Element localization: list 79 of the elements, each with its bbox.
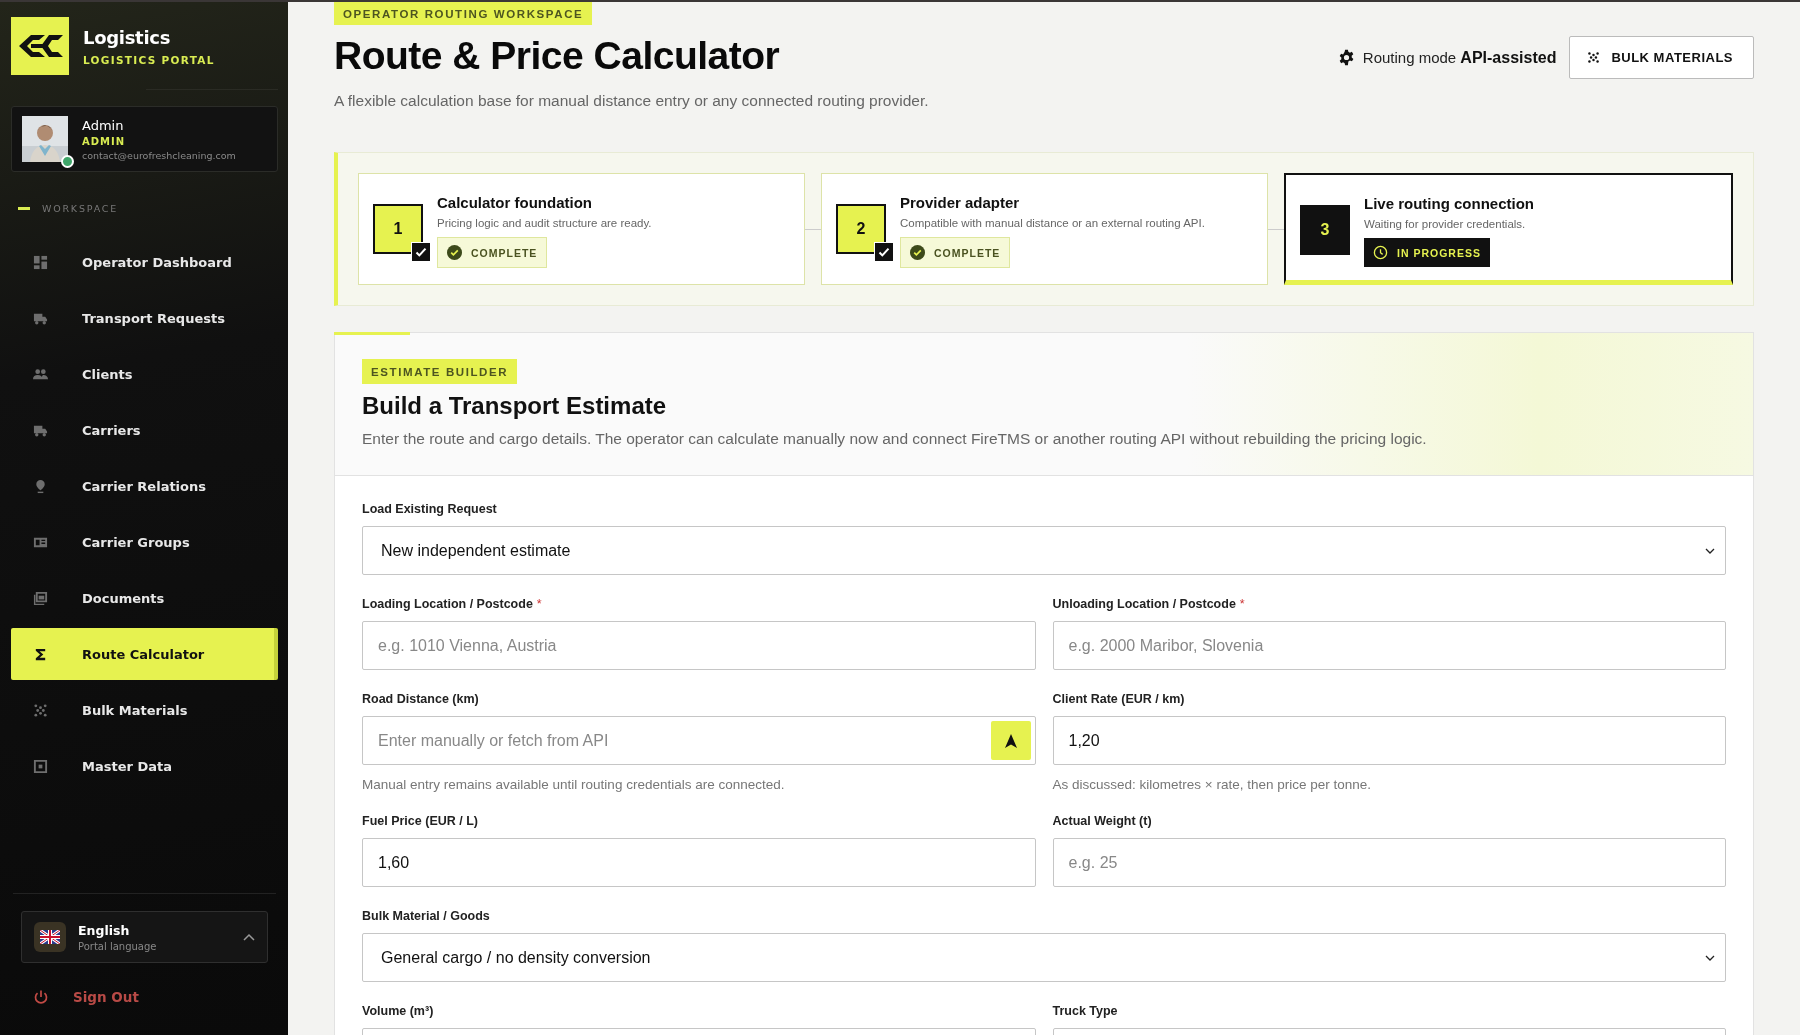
- brand-title: Logistics: [83, 26, 172, 48]
- sign-out-link[interactable]: Sign Out: [11, 963, 139, 1035]
- box-icon: [33, 758, 48, 774]
- user-role: ADMIN: [82, 135, 127, 147]
- field-label: Unloading Location / Postcode: [1052, 597, 1236, 611]
- eyebrow-label: OPERATOR ROUTING WORKSPACE: [334, 2, 593, 25]
- step-title: Live routing connection: [1364, 195, 1534, 212]
- input-field[interactable]: 1,20: [1052, 716, 1726, 765]
- step-description: Compatible with manual distance or an external routing API.: [900, 217, 1205, 229]
- status-badge: COMPLETE: [900, 237, 1011, 268]
- flag-icon: [34, 922, 66, 952]
- input-field[interactable]: e.g. 2000 Maribor, Slovenia: [1052, 621, 1726, 670]
- navigation-arrow-icon: [1004, 733, 1017, 748]
- nav-item[interactable]: Carrier Relations: [11, 460, 278, 512]
- nav-item[interactable]: Route Calculator: [11, 628, 278, 680]
- nav-item[interactable]: Transport Requests: [11, 292, 278, 344]
- step-number: 2: [836, 204, 886, 254]
- field-label: Road Distance (km): [362, 692, 479, 706]
- docs-icon: [33, 590, 48, 606]
- brand-subtitle: LOGISTICS PORTAL: [83, 53, 215, 66]
- nav-item[interactable]: Bulk Materials: [11, 684, 278, 736]
- people-icon: [33, 366, 48, 382]
- dashboard-icon: [33, 254, 48, 270]
- required-mark: *: [1239, 597, 1245, 611]
- section-title: Build a Transport Estimate: [362, 392, 667, 420]
- pin-icon: [33, 478, 48, 494]
- nav-item[interactable]: Carrier Groups: [11, 516, 278, 568]
- step-title: Calculator foundation: [437, 194, 592, 211]
- user-email: contact@eurofreshcleaning.com: [82, 149, 236, 161]
- field-label: Fuel Price (EUR / L): [362, 814, 478, 828]
- section-label: WORKSPACE: [42, 203, 119, 214]
- field-hint: Manual entry remains available until routing credentials are connected.: [362, 777, 785, 792]
- field-label: Bulk Material / Goods: [362, 909, 490, 923]
- status-badge: COMPLETE: [437, 237, 548, 268]
- field-label: Actual Weight (t): [1052, 814, 1152, 828]
- page-subtitle: A flexible calculation base for manual distance entry or any connected routing provider.: [334, 92, 929, 110]
- select-field[interactable]: General cargo / no density conversion: [362, 933, 1726, 982]
- input-field[interactable]: 1,60: [362, 838, 1036, 887]
- input-field[interactable]: Enter manually or fetch from API: [362, 716, 1036, 765]
- nav-item[interactable]: Carriers: [11, 404, 278, 456]
- dots-icon: [1587, 51, 1601, 64]
- step-number: 1: [373, 204, 423, 254]
- status-badge: IN PROGRESS: [1364, 238, 1490, 267]
- field-label: Load Existing Request: [362, 502, 497, 516]
- select-field[interactable]: New independent estimate: [362, 526, 1726, 575]
- step-description: Waiting for provider credentials.: [1364, 218, 1526, 230]
- input-field[interactable]: e.g. 25: [1052, 838, 1726, 887]
- section-badge: ESTIMATE BUILDER: [362, 359, 518, 384]
- section-description: Enter the route and cargo details. The operator can calculate manually now and connect FireTMS or another routing API without rebuilding the pricing logic.: [362, 430, 1427, 448]
- nav-item[interactable]: Operator Dashboard: [11, 236, 278, 288]
- step-title: Provider adapter: [900, 194, 1020, 211]
- step-description: Pricing logic and audit structure are ready.: [437, 217, 652, 229]
- step-number: 3: [1300, 205, 1350, 255]
- routing-mode-label: Routing mode API-assisted: [1362, 48, 1557, 67]
- user-name: Admin: [82, 117, 125, 133]
- checkmark-icon: [874, 242, 894, 262]
- nav-item[interactable]: Clients: [11, 348, 278, 400]
- nav-item[interactable]: Documents: [11, 572, 278, 624]
- required-mark: *: [536, 597, 542, 611]
- caret-icon: [243, 933, 255, 941]
- settings-icon: [1337, 49, 1355, 66]
- sigma-icon: [33, 646, 48, 662]
- logo-icon: [11, 17, 69, 75]
- field-label: Truck Type: [1052, 1004, 1118, 1018]
- bulk-materials-button[interactable]: BULK MATERIALS: [1569, 36, 1754, 79]
- dots-icon: [33, 702, 48, 718]
- field-label: Client Rate (EUR / km): [1052, 692, 1185, 706]
- nav-item[interactable]: Master Data: [11, 740, 278, 792]
- chevron-icon: [1705, 547, 1715, 554]
- checkmark-icon: [411, 242, 431, 262]
- chevron-icon: [1705, 954, 1715, 961]
- power-icon: [33, 989, 49, 1005]
- page-title: Route & Price Calculator: [334, 34, 780, 78]
- input-field[interactable]: e.g. 1010 Vienna, Austria: [362, 621, 1036, 670]
- locate-button[interactable]: [990, 721, 1031, 760]
- field-hint: As discussed: kilometres × rate, then price per tonne.: [1052, 777, 1372, 792]
- language-selector[interactable]: English Portal language: [21, 911, 268, 963]
- field-label: Volume (m³): [362, 1004, 434, 1018]
- field-label: Loading Location / Postcode: [362, 597, 533, 611]
